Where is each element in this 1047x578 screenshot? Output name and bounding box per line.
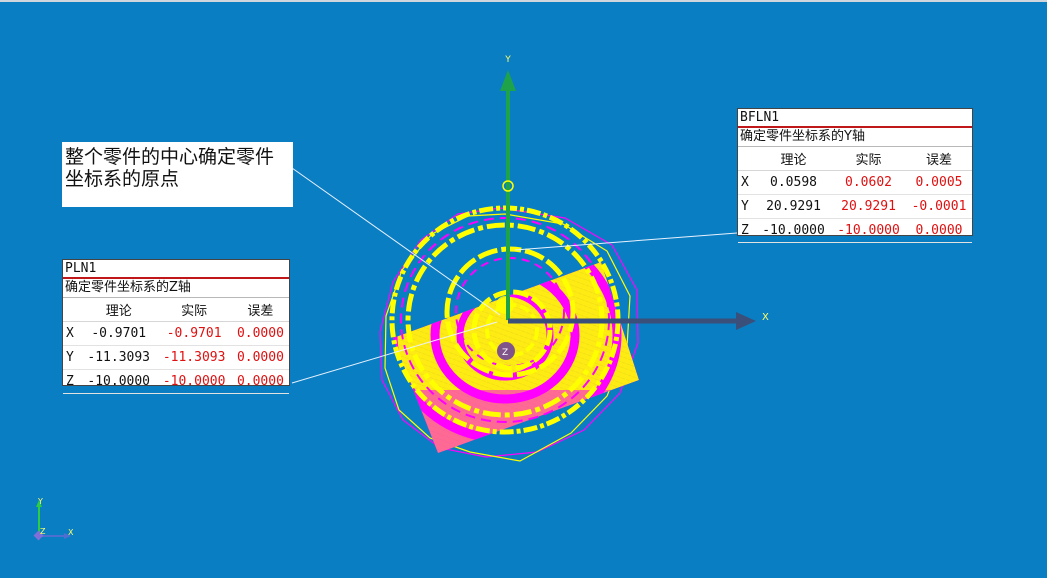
plane-z-table: 理论 实际 误差 X -0.9701 -0.9701 0.0000 Y -11.… (63, 298, 289, 394)
plane-y-name: BFLN1 (738, 109, 972, 128)
z-axis-label: Z (502, 348, 508, 358)
plane-z-description: 确定零件坐标系的Z轴 (63, 279, 289, 298)
plane-y-table: 理论 实际 误差 X 0.0598 0.0602 0.0005 Y 20.929… (738, 147, 972, 243)
col-error: 误差 (231, 298, 289, 322)
origin-note-text: 整个零件的中心确定零件坐标系的原点 (65, 146, 275, 190)
y-axis-arrow (500, 70, 516, 91)
col-error: 误差 (906, 147, 972, 171)
table-row: Z -10.0000 -10.0000 0.0000 (738, 218, 972, 243)
col-actual: 实际 (156, 298, 232, 322)
x-axis-arrow (736, 312, 756, 330)
plane-z-info-panel[interactable]: PLN1 确定零件坐标系的Z轴 理论 实际 误差 X -0.9701 -0.97… (62, 259, 290, 394)
origin-point (496, 296, 514, 314)
table-row: X -0.9701 -0.9701 0.0000 (63, 321, 289, 346)
triad-x-label: X (68, 528, 74, 537)
col-actual: 实际 (831, 147, 907, 171)
col-theory: 理论 (81, 298, 157, 322)
table-row: Z -10.0000 -10.0000 0.0000 (63, 369, 289, 394)
triad-z-label: Z (40, 527, 46, 536)
col-theory: 理论 (756, 147, 832, 171)
view-orientation-triad: Y X Z (33, 497, 74, 541)
table-row: Y 20.9291 20.9291 -0.0001 (738, 194, 972, 219)
table-row: X 0.0598 0.0602 0.0005 (738, 170, 972, 195)
plane-z-name: PLN1 (63, 260, 289, 279)
x-axis-label: X (762, 312, 769, 323)
origin-note-box: 整个零件的中心确定零件坐标系的原点 (62, 142, 293, 207)
y-axis-label: Y (504, 55, 511, 65)
plane-y-description: 确定零件坐标系的Y轴 (738, 128, 972, 147)
table-row: Y -11.3093 -11.3093 0.0000 (63, 345, 289, 370)
triad-y-label: Y (37, 497, 43, 506)
plane-y-info-panel[interactable]: BFLN1 确定零件坐标系的Y轴 理论 实际 误差 X 0.0598 0.060… (737, 108, 973, 243)
